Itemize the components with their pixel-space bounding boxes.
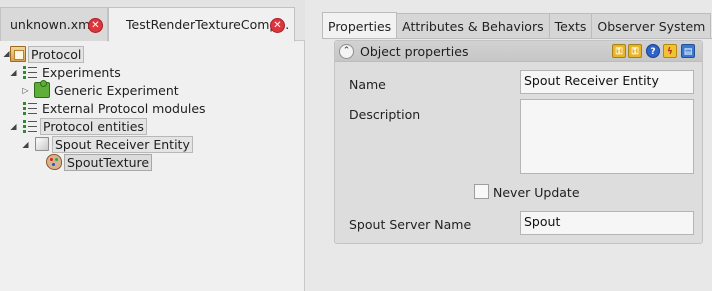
tree-item-label: Protocol — [28, 45, 85, 63]
description-field[interactable] — [520, 99, 694, 174]
tree-item-spout-texture[interactable]: SpoutTexture — [46, 153, 153, 171]
tree-item-label: Experiments — [42, 64, 121, 80]
key-icon[interactable]: ⚿ — [612, 44, 626, 58]
lightning-icon[interactable]: ϟ — [663, 44, 677, 58]
panel-title: Object properties — [360, 44, 469, 59]
puzzle-icon — [34, 80, 50, 98]
properties-pane: Properties Attributes & Behaviors Texts … — [306, 0, 712, 291]
tree-item-label: SpoutTexture — [64, 153, 153, 171]
never-update-checkbox[interactable] — [474, 184, 489, 199]
tree-item-protocol-entities[interactable]: Protocol entities — [22, 117, 147, 135]
keys-icon[interactable]: ⚿ — [628, 44, 642, 58]
tree-item-spout-receiver-entity[interactable]: Spout Receiver Entity — [34, 135, 193, 153]
palette-icon — [46, 154, 62, 170]
tree-item-protocol[interactable]: Protocol — [10, 45, 85, 63]
description-label: Description — [349, 107, 421, 122]
list-icon — [22, 118, 38, 134]
protocol-icon — [10, 46, 26, 62]
list-icon — [22, 100, 38, 116]
close-icon[interactable]: ✕ — [270, 18, 285, 33]
tab-attributes-behaviors[interactable]: Attributes & Behaviors — [396, 13, 550, 39]
tree-item-external-protocol-modules[interactable]: External Protocol modules — [22, 99, 208, 117]
tree-item-label: Spout Receiver Entity — [52, 135, 193, 153]
expanded-arrow-icon[interactable]: ◢ — [9, 68, 18, 77]
save-icon[interactable]: ▤ — [681, 44, 695, 58]
object-properties-panel: ⌃ Object properties ⚿ ⚿ ? ϟ ▤ Name Spout… — [334, 40, 703, 244]
tab-divider — [322, 38, 712, 39]
name-label: Name — [349, 77, 386, 92]
list-icon — [22, 64, 38, 80]
doc-tab-unknown-xml[interactable]: unknown.xml ✕ — [0, 7, 108, 41]
collapse-icon[interactable]: ⌃ — [339, 44, 354, 59]
collapsed-arrow-icon[interactable]: ▷ — [21, 86, 30, 95]
property-tab-strip: Properties Attributes & Behaviors Texts … — [322, 12, 712, 39]
tree-item-label: Generic Experiment — [54, 82, 179, 98]
doc-tab-test-render-texture[interactable]: TestRenderTextureComp... ✕ — [108, 7, 295, 42]
spout-server-name-field[interactable]: Spout — [520, 211, 694, 235]
tab-texts[interactable]: Texts — [548, 13, 593, 39]
expanded-arrow-icon[interactable]: ◢ — [9, 122, 18, 131]
spout-server-name-label: Spout Server Name — [349, 217, 472, 232]
tree-item-experiments[interactable]: Experiments — [22, 63, 123, 81]
tree-item-generic-experiment[interactable]: Generic Experiment — [34, 80, 181, 99]
tree-item-label: Protocol entities — [40, 117, 147, 135]
tree-item-label: External Protocol modules — [42, 100, 206, 116]
doc-tab-label: unknown.xml — [10, 17, 94, 32]
tab-properties[interactable]: Properties — [322, 12, 398, 39]
name-field[interactable]: Spout Receiver Entity — [520, 70, 694, 94]
protocol-explorer-pane: unknown.xml ✕ TestRenderTextureComp... ✕… — [0, 0, 305, 291]
document-tab-strip: unknown.xml ✕ TestRenderTextureComp... ✕ — [0, 0, 305, 42]
cube-icon — [35, 137, 49, 151]
never-update-label: Never Update — [493, 185, 580, 200]
expanded-arrow-icon[interactable]: ◢ — [21, 140, 30, 149]
help-icon[interactable]: ? — [646, 44, 660, 58]
tab-observer-system[interactable]: Observer System — [591, 13, 712, 39]
doc-tab-label: TestRenderTextureComp... — [126, 17, 290, 32]
object-properties-header: ⌃ Object properties ⚿ ⚿ ? ϟ ▤ — [335, 41, 702, 62]
close-icon[interactable]: ✕ — [88, 18, 103, 33]
